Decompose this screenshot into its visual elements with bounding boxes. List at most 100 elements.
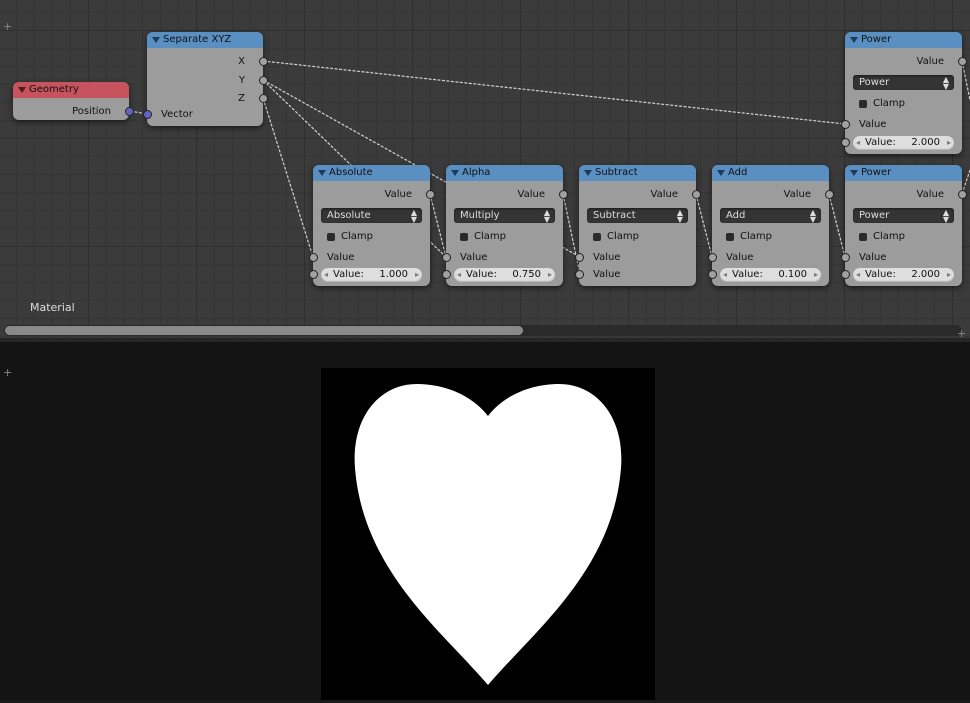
value-field[interactable]: ◂ Value: 2.000 ▸ (853, 136, 954, 150)
clamp-checkbox[interactable] (859, 100, 867, 108)
input-socket-value-2[interactable] (309, 270, 318, 279)
decrement-arrow-icon[interactable]: ◂ (457, 268, 461, 282)
updown-arrows-icon: ▲ ▼ (410, 208, 417, 224)
add-region-icon[interactable]: + (3, 21, 12, 32)
output-socket-value[interactable] (692, 190, 701, 199)
add-region-icon[interactable]: + (3, 367, 12, 378)
node-header[interactable]: Power (845, 165, 962, 181)
render-preview (321, 368, 655, 700)
node-header[interactable]: Absolute (313, 165, 430, 181)
preview-area[interactable]: + (0, 342, 970, 700)
clamp-checkbox[interactable] (327, 233, 335, 241)
node-header[interactable]: Geometry (13, 82, 129, 98)
updown-arrows-icon: ▲ ▼ (942, 75, 949, 91)
node-power-top[interactable]: Power Value Power ▲ ▼ Clamp Value ◂ Value… (841, 32, 967, 154)
clamp-checkbox[interactable] (460, 233, 468, 241)
collapse-triangle-icon[interactable] (850, 170, 858, 176)
node-geometry[interactable]: Geometry Position (13, 82, 134, 120)
collapse-triangle-icon[interactable] (451, 170, 459, 176)
link-power-out-top (961, 60, 970, 101)
node-power-bottom[interactable]: Power Value Power ▲ ▼ Clamp Value ◂ Value… (841, 165, 967, 286)
input-socket-vector[interactable] (143, 110, 152, 119)
node-alpha[interactable]: Alpha Value Multiply ▲ ▼ Clamp Value ◂ Va… (442, 165, 568, 286)
operation-dropdown[interactable]: Absolute ▲ ▼ (321, 208, 422, 224)
collapse-triangle-icon[interactable] (318, 170, 326, 176)
node-header[interactable]: Subtract (579, 165, 696, 181)
decrement-arrow-icon[interactable]: ◂ (856, 136, 860, 150)
input-socket-value-2[interactable] (841, 270, 850, 279)
input-socket-value[interactable] (575, 253, 584, 262)
output-socket-value[interactable] (958, 190, 967, 199)
output-socket-value[interactable] (958, 57, 967, 66)
heart-shape (354, 384, 622, 685)
input-socket-value[interactable] (309, 253, 318, 262)
output-socket-value[interactable] (825, 190, 834, 199)
increment-arrow-icon[interactable]: ▸ (947, 268, 951, 282)
input-socket-value[interactable] (708, 253, 717, 262)
input-socket-value[interactable] (841, 253, 850, 262)
input-socket-value-2[interactable] (708, 270, 717, 279)
clamp-checkbox[interactable] (593, 233, 601, 241)
input-socket-value-2[interactable] (442, 270, 451, 279)
operation-dropdown[interactable]: Power ▲ ▼ (853, 75, 954, 91)
operation-value: Subtract (593, 210, 636, 221)
decrement-arrow-icon[interactable]: ◂ (324, 268, 328, 282)
collapse-triangle-icon[interactable] (850, 37, 858, 43)
node-title: Separate XYZ (163, 34, 232, 45)
increment-arrow-icon[interactable]: ▸ (415, 268, 419, 282)
node-separate-xyz[interactable]: Separate XYZ X Y Z Vector (143, 32, 268, 126)
output-label-value: Value (384, 189, 412, 200)
input-socket-value[interactable] (841, 120, 850, 129)
node-absolute[interactable]: Absolute Value Absolute ▲ ▼ Clamp Value ◂… (309, 165, 435, 286)
clamp-checkbox[interactable] (859, 233, 867, 241)
node-title: Alpha (462, 167, 491, 178)
input-socket-value-2[interactable] (575, 270, 584, 279)
value-field[interactable]: ◂ Value: 2.000 ▸ (853, 268, 954, 282)
output-socket-x[interactable] (259, 57, 268, 66)
output-socket-value[interactable] (559, 190, 568, 199)
input-label-value: Value (859, 119, 887, 130)
input-label-value: Value (460, 252, 488, 263)
increment-arrow-icon[interactable]: ▸ (947, 136, 951, 150)
node-subtract[interactable]: Subtract Value Subtract ▲ ▼ Clamp Value V… (575, 165, 701, 286)
node-header[interactable]: Separate XYZ (147, 32, 263, 48)
collapse-triangle-icon[interactable] (584, 170, 592, 176)
input-socket-value[interactable] (442, 253, 451, 262)
clamp-checkbox[interactable] (726, 233, 734, 241)
collapse-triangle-icon[interactable] (18, 87, 26, 93)
value-field[interactable]: ◂ Value: 1.000 ▸ (321, 268, 422, 282)
horizontal-scrollbar[interactable] (4, 325, 962, 336)
add-region-icon-right[interactable]: + (957, 328, 966, 338)
operation-value: Power (859, 210, 890, 221)
operation-dropdown[interactable]: Subtract ▲ ▼ (587, 208, 688, 224)
input-socket-value-2[interactable] (841, 138, 850, 147)
operation-dropdown[interactable]: Multiply ▲ ▼ (454, 208, 555, 224)
operation-dropdown[interactable]: Add ▲ ▼ (720, 208, 821, 224)
output-socket-position[interactable] (125, 107, 134, 116)
updown-arrows-icon: ▲ ▼ (942, 208, 949, 224)
operation-value: Absolute (327, 210, 371, 221)
value-field[interactable]: ◂ Value: 0.100 ▸ (720, 268, 821, 282)
node-header[interactable]: Alpha (446, 165, 563, 181)
value-field[interactable]: ◂ Value: 0.750 ▸ (454, 268, 555, 282)
node-editor[interactable]: + Geometry Position Separate XYZ X Y Z V… (0, 0, 970, 338)
scrollbar-thumb[interactable] (5, 326, 523, 335)
output-socket-z[interactable] (259, 94, 268, 103)
output-socket-y[interactable] (259, 76, 268, 85)
increment-arrow-icon[interactable]: ▸ (548, 268, 552, 282)
operation-dropdown[interactable]: Power ▲ ▼ (853, 208, 954, 224)
increment-arrow-icon[interactable]: ▸ (814, 268, 818, 282)
node-header[interactable]: Add (712, 165, 829, 181)
output-label-value: Value (916, 56, 944, 67)
collapse-triangle-icon[interactable] (152, 37, 160, 43)
value-field-label: Value: (466, 269, 497, 280)
value-field-label: Value: (865, 269, 896, 280)
decrement-arrow-icon[interactable]: ◂ (723, 268, 727, 282)
operation-value: Multiply (460, 210, 500, 221)
node-header[interactable]: Power (845, 32, 962, 48)
collapse-triangle-icon[interactable] (717, 170, 725, 176)
node-add[interactable]: Add Value Add ▲ ▼ Clamp Value ◂ Value: 0.… (708, 165, 834, 286)
decrement-arrow-icon[interactable]: ◂ (856, 268, 860, 282)
input-label-value-2: Value (593, 269, 621, 280)
output-socket-value[interactable] (426, 190, 435, 199)
